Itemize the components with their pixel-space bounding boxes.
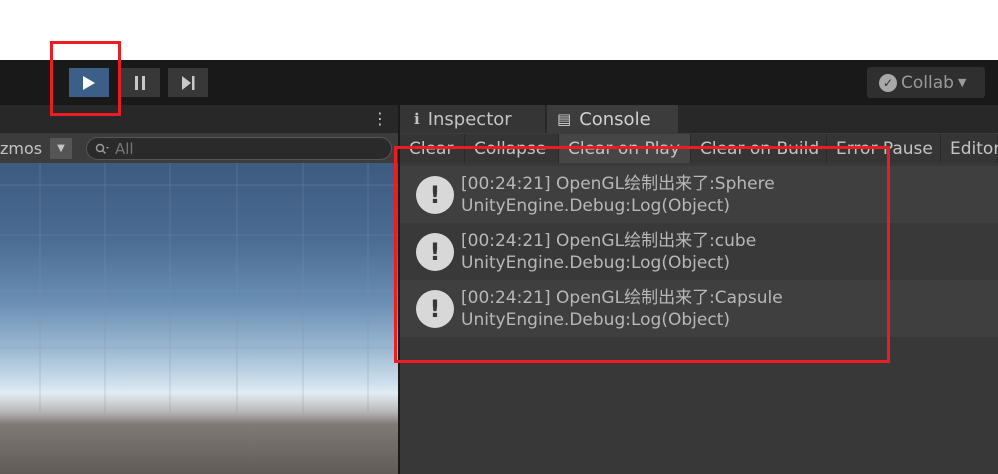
collab-button[interactable]: ✓ Collab ▼ [867, 67, 985, 98]
scene-grid [0, 163, 398, 413]
gizmos-dropdown[interactable]: ▼ [50, 138, 72, 159]
tab-console[interactable]: ▤ Console [547, 105, 678, 133]
gizmos-button[interactable]: zmos [0, 139, 42, 158]
pause-icon [135, 75, 145, 90]
chevron-down-icon: ▼ [57, 143, 65, 154]
collab-label: Collab [901, 72, 954, 93]
more-options-icon[interactable]: ⋮ [372, 108, 388, 130]
pause-button[interactable] [120, 68, 160, 97]
console-icon: ▤ [557, 110, 572, 128]
tab-inspector-label: Inspector [427, 108, 512, 130]
check-icon: ✓ [879, 73, 897, 92]
tab-console-label: Console [579, 108, 651, 130]
chevron-down-icon: ▼ [957, 76, 967, 89]
step-icon [182, 75, 195, 90]
info-icon: ℹ [414, 110, 420, 128]
scene-view[interactable] [0, 163, 398, 474]
annotation-box-console [394, 146, 890, 363]
tab-inspector[interactable]: ℹ Inspector [400, 105, 545, 133]
editor-dropdown[interactable]: Editor [941, 134, 998, 163]
scene-search-input[interactable] [115, 139, 365, 158]
search-icon [95, 143, 109, 154]
annotation-box-play [50, 41, 121, 116]
step-button[interactable] [168, 68, 208, 97]
scene-search-field[interactable] [86, 137, 392, 160]
